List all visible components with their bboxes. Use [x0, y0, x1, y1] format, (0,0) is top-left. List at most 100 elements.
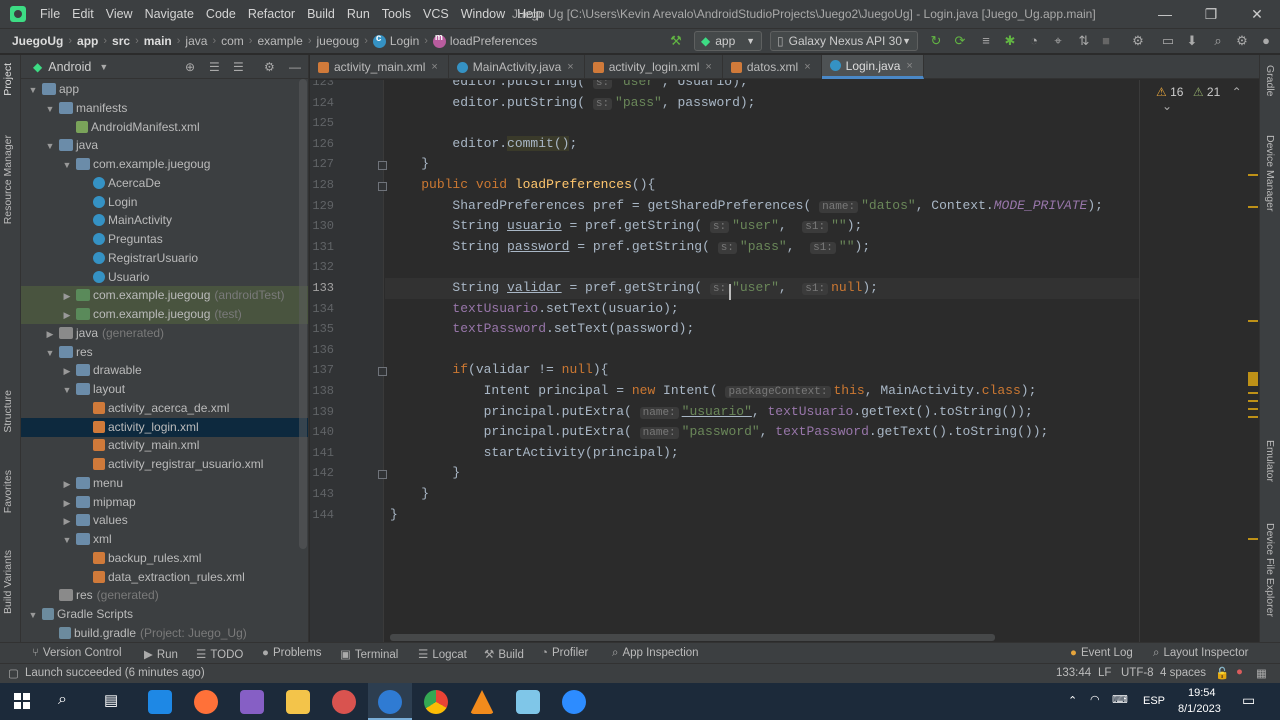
android-studio-taskbar-icon[interactable] — [378, 690, 402, 714]
chevron-right-icon[interactable]: ▶ — [61, 494, 73, 513]
visual-studio-icon[interactable] — [240, 690, 264, 714]
chevron-right-icon[interactable]: ▶ — [61, 287, 73, 306]
chevron-right-icon[interactable]: ▶ — [61, 475, 73, 494]
close-tab-icon[interactable]: × — [431, 61, 437, 73]
project-tree-item[interactable]: Preguntas — [21, 230, 308, 249]
editor-tab[interactable]: Login.java × — [821, 55, 924, 79]
expand-all-icon[interactable]: ☰ — [209, 60, 220, 74]
breadcrumb-item[interactable]: example — [255, 34, 304, 48]
version-control-tab[interactable]: ⑂ Version Control — [32, 647, 122, 659]
project-tree-item[interactable]: res (generated) — [21, 586, 308, 605]
project-tree-item[interactable]: ▶ com.example.juegoug (test) — [21, 305, 308, 324]
project-tree-item[interactable]: ▼ layout — [21, 380, 308, 400]
code-line[interactable]: } — [390, 465, 460, 480]
menu-build[interactable]: Build — [301, 0, 341, 28]
breadcrumb-item[interactable]: app — [75, 34, 100, 48]
project-tool-tab[interactable]: Project — [2, 63, 14, 96]
breadcrumb-item[interactable]: Login — [371, 33, 421, 48]
fold-marker-icon[interactable] — [378, 470, 387, 480]
file-explorer-icon[interactable] — [286, 690, 310, 714]
code-line[interactable]: editor.putString( s: "user", Usuario); — [390, 80, 748, 89]
error-stripe-mark[interactable] — [1248, 174, 1258, 176]
breadcrumb-item[interactable]: juegoug — [314, 34, 361, 48]
account-icon[interactable]: ● — [1256, 31, 1276, 51]
breadcrumb-item[interactable]: com — [219, 34, 246, 48]
code-line[interactable]: editor.commit(); — [390, 135, 577, 151]
code-line[interactable]: startActivity(principal); — [390, 445, 679, 460]
chevron-right-icon[interactable]: ▶ — [44, 325, 56, 344]
error-stripe-mark[interactable] — [1248, 372, 1258, 386]
task-view-icon[interactable]: ▤ — [104, 691, 118, 709]
error-stripe-mark[interactable] — [1248, 206, 1258, 208]
project-tree-item[interactable]: data_extraction_rules.xml — [21, 568, 308, 587]
wifi-icon[interactable]: ◠ — [1090, 693, 1100, 706]
breadcrumb-item[interactable]: java — [183, 34, 209, 48]
gear-icon[interactable]: ⚙ — [264, 60, 275, 74]
project-view-select[interactable]: Android — [48, 60, 91, 74]
run-tab[interactable]: ▶ Run — [144, 647, 178, 661]
resource-manager-tool-tab[interactable]: Resource Manager — [2, 135, 14, 224]
run-config-select[interactable]: ◆ app ▼ — [694, 31, 762, 51]
chevron-down-icon[interactable]: ▼ — [61, 156, 73, 175]
status-icon[interactable]: ▢ — [8, 666, 19, 680]
search-icon[interactable]: ⌕ — [1208, 31, 1228, 51]
menu-tools[interactable]: Tools — [376, 0, 417, 28]
fold-marker-icon[interactable] — [378, 367, 387, 377]
chevron-down-icon[interactable]: ▼ — [44, 100, 56, 119]
project-tree-item[interactable]: backup_rules.xml — [21, 549, 308, 568]
device-file-explorer-tool-tab[interactable]: Device File Explorer — [1264, 523, 1276, 617]
editor-tab[interactable]: activity_login.xml × — [585, 55, 723, 79]
project-tree-item[interactable]: MainActivity — [21, 211, 308, 230]
chevron-up-icon[interactable]: ⌃ — [1068, 694, 1077, 707]
project-tree-item[interactable]: ▼ com.example.juegoug — [21, 155, 308, 175]
search-icon[interactable]: ⌕ — [58, 691, 67, 709]
problems-tab[interactable]: ● Problems — [262, 647, 322, 659]
maximize-button[interactable]: ❐ — [1188, 0, 1234, 28]
device-select[interactable]: ▯ Galaxy Nexus API 30 ▼ — [770, 31, 918, 51]
project-tree-item[interactable]: ▶ mipmap — [21, 493, 308, 513]
profile-icon[interactable]: ◔ — [1024, 31, 1044, 51]
project-tree-item[interactable]: ▼ Gradle Scripts — [21, 605, 308, 625]
code-line[interactable]: String usuario = pref.getString( s: "user… — [390, 218, 862, 234]
notifications-icon[interactable]: ▭ — [1242, 692, 1255, 709]
collapse-all-icon[interactable]: ☰ — [233, 60, 244, 74]
project-tree-item[interactable]: ▼ xml — [21, 530, 308, 549]
project-tree-item[interactable]: RegistrarUsuario — [21, 249, 308, 268]
error-indicator-icon[interactable]: ● — [1236, 666, 1243, 678]
device-manager-icon[interactable]: ▭ — [1158, 31, 1178, 51]
zoom-icon[interactable] — [562, 690, 586, 714]
project-tree-item[interactable]: ▼ java — [21, 136, 308, 155]
project-tree-item[interactable]: ▶ java (generated) — [21, 324, 308, 344]
project-scrollbar[interactable] — [299, 79, 307, 549]
project-tree-item[interactable]: Usuario — [21, 268, 308, 287]
terminal-tab[interactable]: ▣ Terminal — [340, 647, 398, 661]
chevron-down-icon[interactable]: ▼ — [27, 606, 39, 625]
code-line[interactable]: principal.putExtra( name: "usuario", text… — [390, 404, 1033, 419]
chevron-right-icon[interactable]: ▶ — [61, 362, 73, 381]
debug-icon[interactable]: ✱ — [1000, 31, 1020, 51]
windows-start-icon[interactable] — [14, 693, 30, 709]
project-tree-item[interactable]: AndroidManifest.xml — [21, 118, 308, 137]
horizontal-scrollbar[interactable] — [390, 634, 995, 641]
sdk-manager-icon[interactable]: ⬇ — [1182, 31, 1202, 51]
project-tree-item[interactable]: activity_main.xml — [21, 436, 308, 455]
project-tree-item[interactable]: ▶ com.example.juegoug (androidTest) — [21, 286, 308, 306]
settings-gear-icon[interactable]: ⚙ — [1232, 31, 1252, 51]
chevron-down-icon[interactable]: ▼ — [61, 381, 73, 400]
breadcrumb-item[interactable]: main — [142, 34, 174, 48]
project-tree-item[interactable]: activity_acerca_de.xml — [21, 399, 308, 418]
menu-run[interactable]: Run — [341, 0, 376, 28]
code-line[interactable]: String password = pref.getString( s: "pas… — [390, 239, 870, 254]
todo-tab[interactable]: ☰ TODO — [196, 647, 243, 661]
chevron-down-icon[interactable]: ▼ — [99, 62, 108, 72]
breadcrumb-item[interactable]: src — [110, 34, 132, 48]
error-stripe-mark[interactable] — [1248, 416, 1258, 418]
code-line[interactable]: public void loadPreferences(){ — [390, 177, 655, 192]
fold-marker-icon[interactable] — [378, 161, 387, 171]
firefox-icon[interactable] — [194, 690, 218, 714]
gradle-tool-tab[interactable]: Gradle — [1264, 65, 1276, 97]
chevron-down-icon[interactable]: ▼ — [27, 81, 39, 100]
close-tab-icon[interactable]: × — [567, 61, 573, 73]
sync-icon[interactable]: ⇅ — [1074, 31, 1094, 51]
code-line[interactable]: String validar = pref.getString( s: "user… — [390, 280, 878, 295]
